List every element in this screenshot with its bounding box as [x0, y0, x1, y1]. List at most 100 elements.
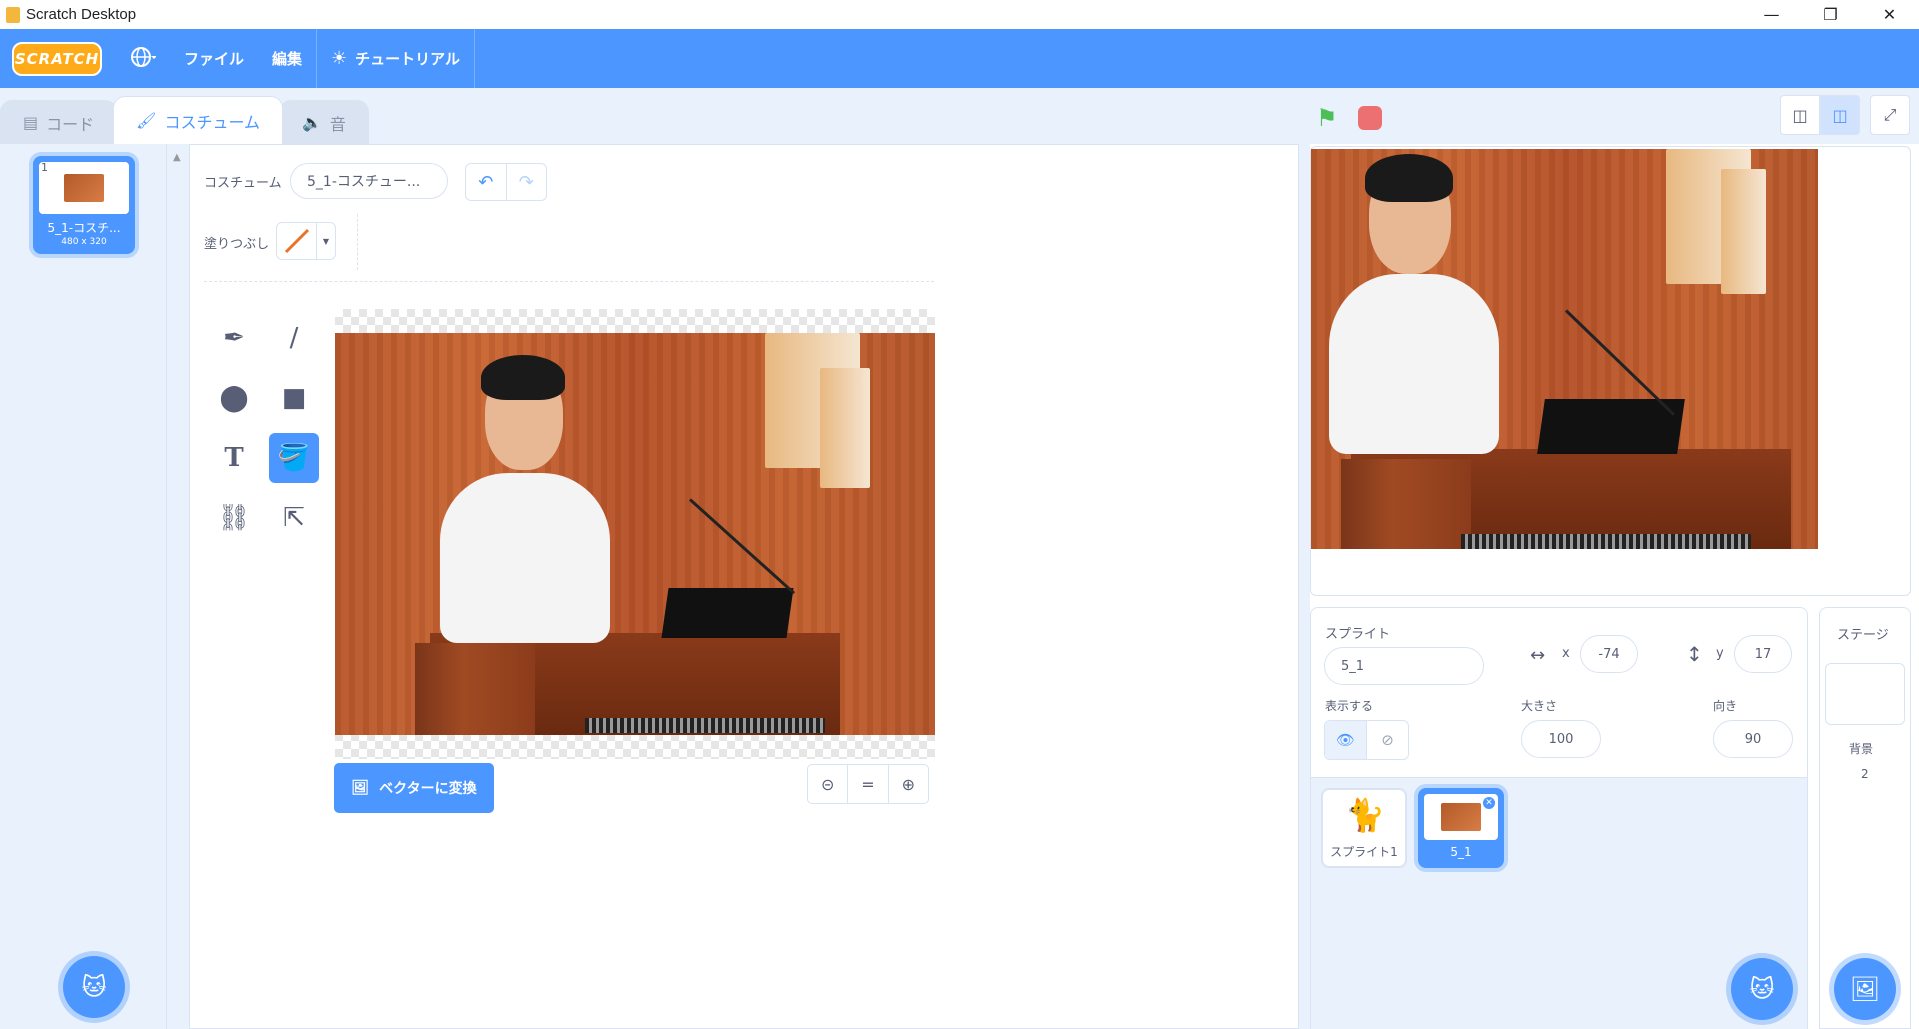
line-tool[interactable]: ∕: [269, 313, 319, 363]
select-cursor-icon: ⇱: [283, 503, 305, 533]
y-label: y: [1716, 646, 1724, 661]
rectangle-icon: ■: [281, 383, 307, 413]
eye-icon: 👁: [1335, 731, 1356, 749]
convert-to-vector-button[interactable]: 🖼 ベクターに変換: [334, 763, 494, 813]
circle-icon: ⬤: [219, 383, 249, 413]
caret-down-icon: ▼: [322, 236, 330, 246]
tab-costumes[interactable]: 🖌 コスチューム: [113, 96, 283, 144]
costume-list: [0, 144, 167, 1029]
green-flag-button[interactable]: ⚑: [1316, 104, 1342, 132]
show-label: 表示する: [1325, 699, 1374, 713]
direction-label: 向き: [1713, 699, 1738, 713]
costume-photo: [335, 333, 935, 735]
costume-list-scrollbar[interactable]: ▲: [167, 144, 189, 1029]
y-arrows-icon: ↕: [1686, 642, 1703, 666]
tab-sounds[interactable]: 🔈 音: [278, 100, 369, 144]
window-title: Scratch Desktop: [26, 6, 137, 23]
fullscreen-button[interactable]: ⤢: [1870, 95, 1910, 135]
undo-redo-group: ↶ ↷: [465, 163, 547, 201]
zoom-in-button[interactable]: ⊕: [887, 765, 928, 803]
small-stage-button[interactable]: ◫: [1780, 95, 1820, 135]
text-tool-icon: T: [224, 443, 244, 473]
text-tool[interactable]: T: [209, 433, 259, 483]
costume-index: 1: [41, 161, 48, 174]
restore-button[interactable]: ❐: [1801, 0, 1860, 29]
brush-tool-icon: ✒: [223, 323, 245, 353]
green-flag-icon: ⚑: [1316, 104, 1338, 132]
costume-item[interactable]: 1 5_1-コスチ... 480 x 320: [33, 156, 135, 254]
show-button[interactable]: 👁: [1325, 721, 1367, 759]
costume-thumbnail: [64, 174, 104, 202]
x-arrows-icon: ↔: [1530, 645, 1546, 666]
eraser-tool[interactable]: ⛓: [209, 493, 259, 543]
x-input[interactable]: -74: [1580, 635, 1638, 673]
y-input[interactable]: 17: [1734, 635, 1792, 673]
eraser-icon: ⛓: [217, 503, 251, 533]
stage-thumbnail[interactable]: [1825, 663, 1905, 725]
image-icon: 🖼: [351, 780, 370, 796]
costume-name: 5_1-コスチ...: [47, 221, 121, 235]
x-label: x: [1562, 646, 1570, 661]
choose-backdrop-button[interactable]: 🖼: [1834, 958, 1896, 1020]
size-input[interactable]: 100: [1521, 720, 1601, 758]
sprite-tile-selected[interactable]: ✕ 5_1: [1418, 788, 1504, 868]
size-label: 大きさ: [1521, 699, 1558, 713]
fullscreen-icon: ⤢: [1883, 105, 1897, 124]
select-tool[interactable]: ⇱: [269, 493, 319, 543]
minimize-button[interactable]: —: [1742, 0, 1801, 29]
edit-menu[interactable]: 編集: [258, 29, 316, 88]
zoom-controls: ⊝ = ⊕: [807, 764, 929, 804]
stage-label: ステージ: [1837, 628, 1889, 643]
brush-tool[interactable]: ✒: [209, 313, 259, 363]
sprite-tile[interactable]: 🐈 スプライト1: [1321, 788, 1407, 868]
fill-tool[interactable]: 🪣: [269, 433, 319, 483]
paint-bucket-icon: 🪣: [277, 443, 311, 473]
costume-name-input[interactable]: 5_1-コスチュー...: [290, 163, 448, 199]
scratch-app-icon: [6, 6, 20, 23]
stage-layout-controls: ◫ ◫ ⤢: [1780, 95, 1910, 135]
undo-icon: ↶: [478, 171, 494, 193]
backdrop-add-icon: 🖼: [1849, 975, 1881, 1003]
tutorials-menu[interactable]: ☀ チュートリアル: [317, 29, 474, 88]
stage-sprite-photo[interactable]: [1311, 149, 1818, 549]
code-icon: ▤: [23, 113, 39, 132]
costume-label: コスチューム: [204, 176, 282, 191]
backdrops-count: 2: [1861, 767, 1869, 781]
zoom-in-icon: ⊕: [901, 774, 916, 794]
fill-label: 塗りつぶし: [204, 237, 270, 252]
file-menu[interactable]: ファイル: [170, 29, 258, 88]
visibility-toggle: 👁 ⊘: [1324, 720, 1409, 760]
zoom-out-icon: ⊝: [820, 774, 835, 794]
rectangle-tool[interactable]: ■: [269, 373, 319, 423]
speaker-icon: 🔈: [301, 113, 322, 132]
sprite-name-input[interactable]: 5_1: [1324, 647, 1484, 685]
fill-swatch: [277, 223, 317, 259]
scroll-up-icon[interactable]: ▲: [173, 152, 181, 163]
title-bar: Scratch Desktop — ❐ ✕: [0, 0, 1919, 29]
scratch-logo[interactable]: SCRATCH: [12, 41, 102, 76]
stop-button[interactable]: [1358, 106, 1382, 130]
choose-sprite-button[interactable]: 🐱: [1731, 958, 1793, 1020]
direction-input[interactable]: 90: [1713, 720, 1793, 758]
sprite-tile-name: スプライト1: [1330, 845, 1398, 859]
zoom-reset-button[interactable]: =: [847, 765, 887, 803]
choose-costume-button[interactable]: 🐱: [63, 956, 125, 1018]
close-button[interactable]: ✕: [1860, 0, 1919, 29]
language-menu[interactable]: [116, 29, 170, 88]
editor-tabs: ▤ コード 🖌 コスチューム 🔈 音: [0, 96, 369, 144]
tab-code[interactable]: ▤ コード: [0, 100, 118, 144]
small-stage-icon: ◫: [1792, 105, 1808, 125]
redo-button[interactable]: ↷: [505, 164, 547, 200]
circle-tool[interactable]: ⬤: [209, 373, 259, 423]
hide-button[interactable]: ⊘: [1367, 721, 1408, 759]
normal-stage-button[interactable]: ◫: [1820, 95, 1860, 135]
delete-sprite-icon[interactable]: ✕: [1481, 795, 1497, 811]
cat-sprite-icon: 🐈: [1345, 796, 1385, 834]
undo-button[interactable]: ↶: [466, 164, 506, 200]
zoom-out-button[interactable]: ⊝: [808, 765, 847, 803]
line-tool-icon: ∕: [289, 323, 299, 353]
fill-color-picker[interactable]: ▼: [276, 222, 336, 260]
eye-slash-icon: ⊘: [1381, 731, 1394, 749]
lightbulb-icon: ☀: [331, 48, 348, 69]
brush-icon: 🖌: [136, 111, 157, 130]
